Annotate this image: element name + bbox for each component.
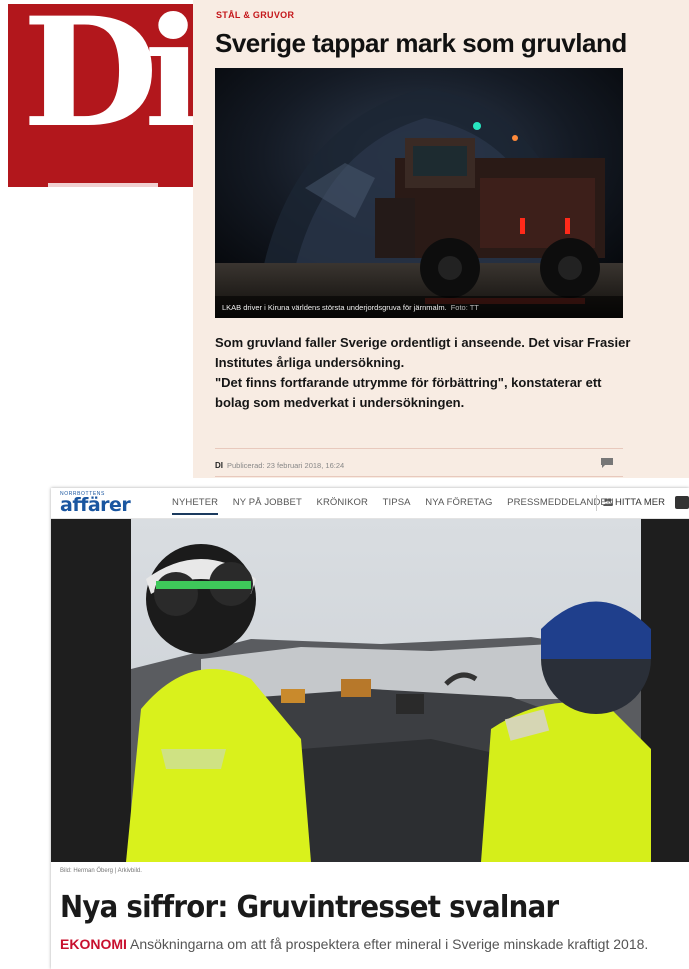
people-icon	[603, 498, 613, 506]
nav-separator	[596, 495, 597, 511]
site-logo[interactable]: affärer	[60, 494, 131, 516]
nav-nya-foretag[interactable]: NYA FÖRETAG	[425, 497, 492, 508]
chat-icon[interactable]	[675, 496, 689, 509]
photo-credit: Bild: Herman Öberg | Arkivbild.	[60, 868, 142, 874]
quarry-photo[interactable]	[51, 519, 689, 862]
category-label[interactable]: EKONOMI	[60, 936, 127, 952]
article-headline[interactable]: Nya siffror: Gruvintresset svalnar	[60, 890, 559, 925]
hitta-mer-button[interactable]: HITTA MER	[603, 497, 665, 508]
di-article-screenshot: Di STÅL & GRUVOR Sverige tappar mark som…	[0, 0, 689, 480]
meta-divider	[215, 448, 623, 449]
article-meta: DI Publicerad: 23 februari 2018, 16:24	[215, 461, 344, 470]
nav-ny-pa-jobbet[interactable]: NY PÅ JOBBET	[233, 497, 302, 508]
article-headline[interactable]: Sverige tappar mark som gruvland	[215, 28, 685, 59]
quarry-illustration	[51, 519, 689, 862]
nav-items: NYHETER NY PÅ JOBBET KRÖNIKOR TIPSA NYA …	[172, 497, 626, 515]
nav-nyheter[interactable]: NYHETER	[172, 497, 219, 515]
di-logo-strip	[48, 183, 158, 187]
di-article-card: STÅL & GRUVOR Sverige tappar mark som gr…	[193, 0, 689, 478]
image-caption-text: LKAB driver i Kiruna världens största un…	[222, 303, 447, 312]
di-logo-text: Di	[22, 4, 193, 161]
lead-text: Ansökningarna om att få prospektera efte…	[130, 936, 649, 952]
na-article-screenshot: NORRBOTTENS affärer NYHETER NY PÅ JOBBET…	[51, 488, 689, 969]
nav-pressmeddelanden[interactable]: PRESSMEDDELANDEN	[507, 497, 614, 508]
top-navigation: NORRBOTTENS affärer NYHETER NY PÅ JOBBET…	[51, 488, 689, 519]
mine-truck-image[interactable]: LKAB driver i Kiruna världens största un…	[215, 68, 623, 318]
nav-tipsa[interactable]: TIPSA	[383, 497, 411, 508]
meta-brand: DI	[215, 461, 223, 470]
published-date: Publicerad: 23 februari 2018, 16:24	[227, 461, 345, 470]
mine-tunnel-illustration	[215, 68, 623, 318]
nav-kronikor[interactable]: KRÖNIKOR	[317, 497, 368, 508]
article-lead[interactable]: Som gruvland faller Sverige ordentligt i…	[215, 333, 635, 413]
article-kicker[interactable]: STÅL & GRUVOR	[216, 10, 294, 20]
comment-icon[interactable]	[601, 458, 613, 468]
di-logo[interactable]: Di	[8, 4, 193, 187]
lead-paragraph-2: "Det finns fortfarande utrymme för förbä…	[215, 375, 602, 410]
image-caption: LKAB driver i Kiruna världens största un…	[222, 303, 479, 312]
image-credit: Foto: TT	[450, 303, 479, 312]
article-lead: EKONOMI Ansökningarna om att få prospekt…	[60, 934, 685, 954]
meta-divider-bottom	[215, 476, 623, 477]
lead-paragraph-1: Som gruvland faller Sverige ordentligt i…	[215, 335, 631, 370]
hitta-mer-label: HITTA MER	[615, 497, 665, 508]
